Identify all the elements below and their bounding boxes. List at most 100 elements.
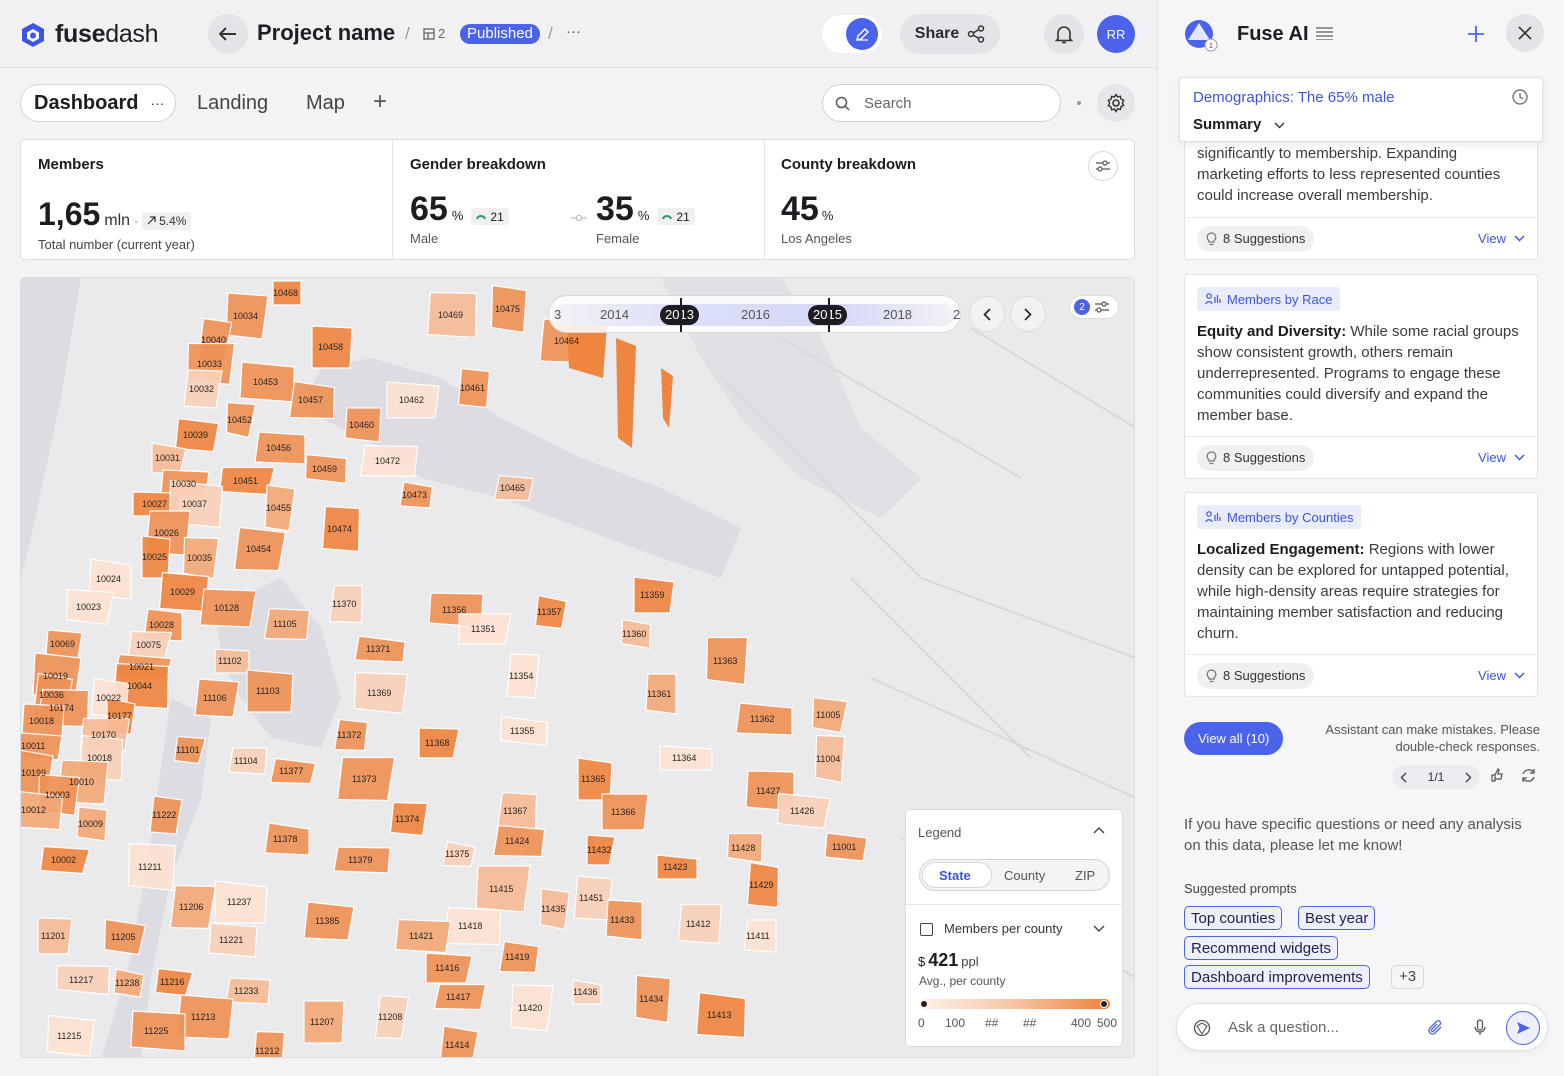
zip-label: 10177 [107,711,133,721]
menu-icon[interactable] [1316,27,1333,40]
connector-icon [571,214,587,222]
view-button[interactable]: View [1478,231,1525,246]
zip-label: 10027 [142,499,168,509]
add-tab-button[interactable]: + [373,84,387,120]
tab-dashboard[interactable]: Dashboard ··· [20,84,176,122]
edit-toggle[interactable] [822,15,882,53]
feedback-icon[interactable] [1490,767,1508,785]
pages-count[interactable]: 2 [423,26,445,41]
zip-label: 11212 [255,1046,280,1056]
tab-map[interactable]: Map [306,85,345,121]
legend-tab-county[interactable]: County [1004,868,1045,883]
zip-label: 10069 [50,639,76,649]
timeline-year[interactable]: 2018 [883,307,912,322]
more-options-button[interactable]: ··· [566,23,581,40]
metric-checkbox[interactable] [920,923,933,936]
zip-label: 10456 [266,443,292,453]
more-prompts-chip[interactable]: +3 [1391,965,1425,989]
prompt-chip[interactable]: Dashboard improvements [1184,965,1370,989]
chevron-left-icon[interactable] [1400,772,1407,783]
county-card[interactable]: County breakdown 45 % Los Angeles [765,140,1135,259]
lightbulb-icon [1206,668,1217,683]
send-icon [1516,1021,1531,1035]
assistant-title: Fuse AI [1237,23,1309,45]
search-input[interactable]: Search [822,84,1061,122]
zip-label: 11369 [367,688,392,698]
fuse-ai-avatar: 1 [1184,18,1218,52]
zip-label: 11356 [442,605,467,615]
gender-card[interactable]: Gender breakdown 65 % 21 Male 35 % 21 Fe… [393,140,764,259]
female-delta-badge: 21 [657,208,695,225]
microphone-icon[interactable] [1474,1019,1486,1036]
prompt-chip[interactable]: Best year [1298,906,1376,930]
chevron-up-icon[interactable] [1093,827,1105,834]
timeline-year[interactable]: 2014 [600,307,629,322]
zip-label: 11102 [218,656,242,666]
status-badge[interactable]: Published [460,24,540,44]
sliders-icon [1094,301,1110,313]
view-button[interactable]: View [1478,668,1525,683]
scale-tick: 0 [918,1016,925,1030]
tab-more-button[interactable]: ··· [150,95,164,111]
view-button[interactable]: View [1478,450,1525,465]
zip-label: 11371 [366,644,391,654]
clock-icon[interactable] [1512,89,1528,105]
zip-label: 11451 [579,893,604,903]
zip-label: 11221 [219,935,244,945]
timeline-year[interactable]: 3 [554,307,561,322]
prompt-chip[interactable]: Top counties [1184,906,1283,930]
legend-tab-zip[interactable]: ZIP [1075,868,1095,883]
zip-label: 11004 [816,754,841,764]
zip-label: 11413 [707,1010,732,1020]
back-button[interactable] [208,14,248,54]
zip-label: 11417 [446,992,471,1002]
members-unit: mln [104,212,131,229]
chevron-down-icon[interactable] [1274,122,1285,129]
prompt-chip[interactable]: Recommend widgets [1184,936,1339,960]
suggestions-button[interactable]: 8 Suggestions [1197,662,1315,689]
view-all-button[interactable]: View all (10) [1184,722,1284,755]
notifications-button[interactable] [1044,14,1084,54]
lightbulb-icon [1206,231,1217,246]
settings-button[interactable] [1097,84,1135,122]
plus-icon[interactable] [1467,25,1485,43]
members-card[interactable]: Members 1,65 mln · 5.4% Total number (cu… [21,140,392,259]
scale-tick: ## [1023,1016,1037,1030]
tab-landing[interactable]: Landing [197,85,268,121]
breadcrumb-separator: / [548,24,553,43]
suggestions-button[interactable]: 8 Suggestions [1197,444,1315,471]
chevron-down-icon[interactable] [1093,925,1105,932]
ask-input[interactable]: Ask a question... [1176,1003,1548,1051]
user-avatar[interactable]: RR [1097,15,1135,53]
zip-label: 10033 [197,359,223,369]
map-panel[interactable]: 10468 10475 10034 10469 10464 10040 10458 10033… [20,277,1135,1058]
timeline-prev-button[interactable] [969,296,1005,332]
insight-tag[interactable]: Members by Counties [1197,505,1362,529]
timeline-year[interactable]: 2016 [741,307,770,322]
paperclip-icon[interactable] [1427,1019,1444,1036]
zip-label: 11101 [176,745,200,755]
project-name[interactable]: Project name [257,20,395,46]
ai-model-icon[interactable] [1193,1019,1211,1037]
zip-label: 11208 [378,1012,403,1022]
timeline-year[interactable]: 2 [953,307,960,322]
logo[interactable]: fusedash [20,20,159,49]
insight-header[interactable]: Demographics: The 65% male Summary [1179,77,1543,142]
timeline-next-button[interactable] [1010,296,1046,332]
chevron-right-icon[interactable] [1465,772,1472,783]
refresh-icon[interactable] [1520,767,1537,784]
send-button[interactable] [1506,1011,1540,1045]
close-button[interactable] [1506,14,1544,52]
share-button[interactable]: Share [900,14,1000,54]
insight-heading: Equity and Diversity: [1197,323,1347,340]
arrow-left-icon [219,27,237,41]
filter-button[interactable] [1088,151,1118,181]
zip-label: 11222 [152,810,177,820]
insight-tag[interactable]: Members by Race [1197,287,1341,311]
map-filter-button[interactable]: 2 [1069,295,1119,319]
legend-level-toggle[interactable]: State County ZIP [919,859,1110,891]
legend-tab-state[interactable]: State [939,868,971,883]
suggestions-button[interactable]: 8 Suggestions [1197,225,1315,252]
timeline-slider[interactable]: 3 2014 2013 2016 2015 2018 2 [548,295,961,333]
insight-link[interactable]: Demographics: The 65% male [1193,89,1395,106]
